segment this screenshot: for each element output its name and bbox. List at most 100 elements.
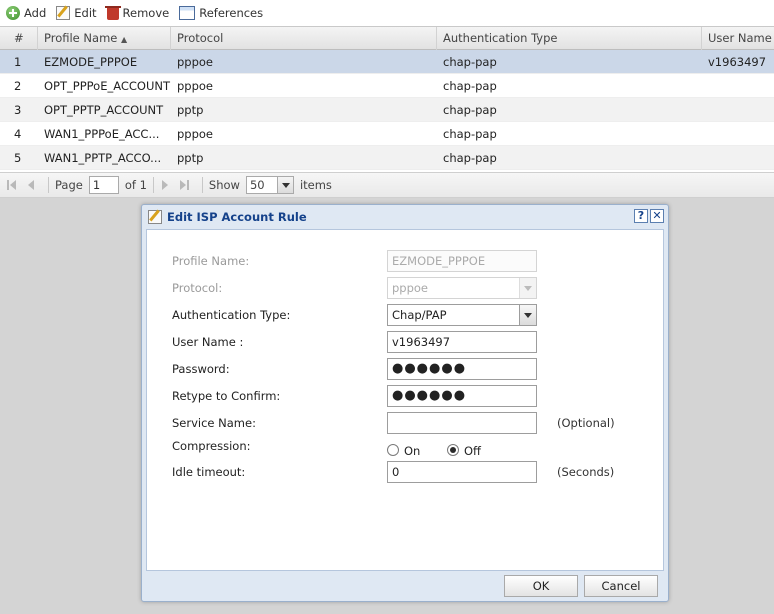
page-size-select[interactable]: 50 <box>245 176 294 194</box>
row-auth-type: chap-pap <box>443 151 497 165</box>
compression-off-label[interactable]: Off <box>464 443 481 459</box>
row-profile-name: WAN1_PPPoE_ACC... <box>44 127 160 141</box>
compression-off-radio[interactable] <box>447 444 459 456</box>
authentication-type-label: Authentication Type: <box>172 308 291 322</box>
row-number: 3 <box>14 103 22 117</box>
chevron-down-icon[interactable] <box>519 305 536 325</box>
page-count-label: of 1 <box>124 178 147 192</box>
add-label: Add <box>24 6 47 20</box>
show-label: Show <box>208 178 240 192</box>
dialog-title-buttons: ? ✕ <box>632 209 664 223</box>
dialog-footer: OK Cancel <box>142 571 668 601</box>
authentication-type-select[interactable]: Chap/PAP <box>387 304 537 326</box>
account-grid: # Profile Name ▲ Protocol Authentication… <box>0 26 774 170</box>
dialog-title: Edit ISP Account Rule <box>167 209 307 224</box>
help-button[interactable]: ? <box>634 209 648 223</box>
compression-label: Compression: <box>172 439 251 453</box>
protocol-value: pppoe <box>392 281 429 295</box>
user-name-label: User Name : <box>172 335 244 349</box>
idle-timeout-label: Idle timeout: <box>172 465 246 479</box>
row-user-name <box>703 98 774 122</box>
compression-on-label[interactable]: On <box>404 443 420 459</box>
row-protocol: pptp <box>177 103 204 117</box>
compression-on-radio[interactable] <box>387 444 399 456</box>
row-user-name: v1963497 <box>708 55 767 69</box>
row-number: 2 <box>14 79 22 93</box>
profile-name-input: EZMODE_PPPOE <box>387 250 537 272</box>
chevron-down-icon <box>519 278 536 298</box>
pager-separator <box>152 177 154 193</box>
row-protocol: pppoe <box>177 127 214 141</box>
table-row[interactable]: 3 OPT_PPTP_ACCOUNT pptp chap-pap <box>0 98 774 122</box>
row-user-name <box>703 74 774 98</box>
close-button[interactable]: ✕ <box>650 209 664 223</box>
protocol-label: Protocol: <box>172 281 223 295</box>
column-header-authentication-type[interactable]: Authentication Type <box>438 27 702 50</box>
profile-name-label: Profile Name: <box>172 254 250 268</box>
service-name-hint: (Optional) <box>557 416 615 430</box>
pager-separator <box>201 177 203 193</box>
edit-isp-account-dialog: Edit ISP Account Rule ? ✕ Profile Name: … <box>141 204 669 602</box>
references-icon <box>179 6 196 20</box>
items-label: items <box>299 178 332 192</box>
row-protocol: pppoe <box>177 79 214 93</box>
password-input[interactable]: ●●●●●● <box>387 358 537 380</box>
cancel-button[interactable]: Cancel <box>584 575 658 597</box>
page-number-input[interactable] <box>88 176 119 194</box>
add-button[interactable]: Add <box>6 2 46 24</box>
ok-button[interactable]: OK <box>504 575 578 597</box>
row-protocol: pptp <box>177 151 204 165</box>
row-user-name <box>703 122 774 146</box>
row-number: 5 <box>14 151 22 165</box>
toolbar: Add Edit Remove References <box>0 0 774 26</box>
remove-label: Remove <box>122 6 170 20</box>
table-row[interactable]: 5 WAN1_PPTP_ACCO... pptp chap-pap <box>0 146 774 170</box>
row-number: 1 <box>14 55 22 69</box>
dialog-form: Profile Name: EZMODE_PPPOE Protocol: ppp… <box>146 229 664 571</box>
references-label: References <box>199 6 264 20</box>
first-page-icon[interactable] <box>6 179 18 191</box>
row-profile-name: OPT_PPPoE_ACCOUNT <box>44 79 171 93</box>
service-name-input[interactable] <box>387 412 537 434</box>
previous-page-icon[interactable] <box>24 179 36 191</box>
edit-label: Edit <box>74 6 97 20</box>
user-name-input[interactable]: v1963497 <box>387 331 537 353</box>
table-row[interactable]: 1 EZMODE_PPPOE pppoe chap-pap v1963497 <box>0 50 774 74</box>
column-header-number[interactable]: # <box>0 27 38 50</box>
row-auth-type: chap-pap <box>443 79 497 93</box>
chevron-down-icon[interactable] <box>276 177 293 193</box>
service-name-label: Service Name: <box>172 416 256 430</box>
table-row[interactable]: 4 WAN1_PPPoE_ACC... pppoe chap-pap <box>0 122 774 146</box>
protocol-select: pppoe <box>387 277 537 299</box>
row-profile-name: OPT_PPTP_ACCOUNT <box>44 103 164 117</box>
column-header-profile-name-label: Profile Name <box>44 31 118 45</box>
edit-icon <box>56 6 71 20</box>
row-auth-type: chap-pap <box>443 55 497 69</box>
trash-icon <box>104 6 121 20</box>
row-number: 4 <box>14 127 22 141</box>
password-label: Password: <box>172 362 230 376</box>
row-auth-type: chap-pap <box>443 103 497 117</box>
remove-button[interactable]: Remove <box>104 2 170 24</box>
idle-timeout-input[interactable]: 0 <box>387 461 537 483</box>
dialog-title-bar[interactable]: Edit ISP Account Rule <box>142 205 668 228</box>
pagination-bar: Page of 1 Show 50 items <box>0 172 774 198</box>
column-header-protocol[interactable]: Protocol <box>172 27 437 50</box>
row-protocol: pppoe <box>177 55 214 69</box>
sort-ascending-icon: ▲ <box>121 35 128 44</box>
authentication-type-value: Chap/PAP <box>392 308 447 322</box>
column-header-user-name[interactable]: User Name <box>703 27 774 50</box>
idle-timeout-hint: (Seconds) <box>557 465 615 479</box>
column-header-profile-name[interactable]: Profile Name ▲ <box>39 27 171 50</box>
edit-button[interactable]: Edit <box>56 2 97 24</box>
row-user-name <box>703 146 774 170</box>
table-row[interactable]: 2 OPT_PPPoE_ACCOUNT pppoe chap-pap <box>0 74 774 98</box>
page-size-value: 50 <box>249 178 265 192</box>
next-page-icon[interactable] <box>160 179 172 191</box>
references-button[interactable]: References <box>179 2 263 24</box>
last-page-icon[interactable] <box>178 179 190 191</box>
row-profile-name: EZMODE_PPPOE <box>44 55 138 69</box>
retype-password-input[interactable]: ●●●●●● <box>387 385 537 407</box>
row-profile-name: WAN1_PPTP_ACCO... <box>44 151 162 165</box>
add-icon <box>6 6 20 20</box>
